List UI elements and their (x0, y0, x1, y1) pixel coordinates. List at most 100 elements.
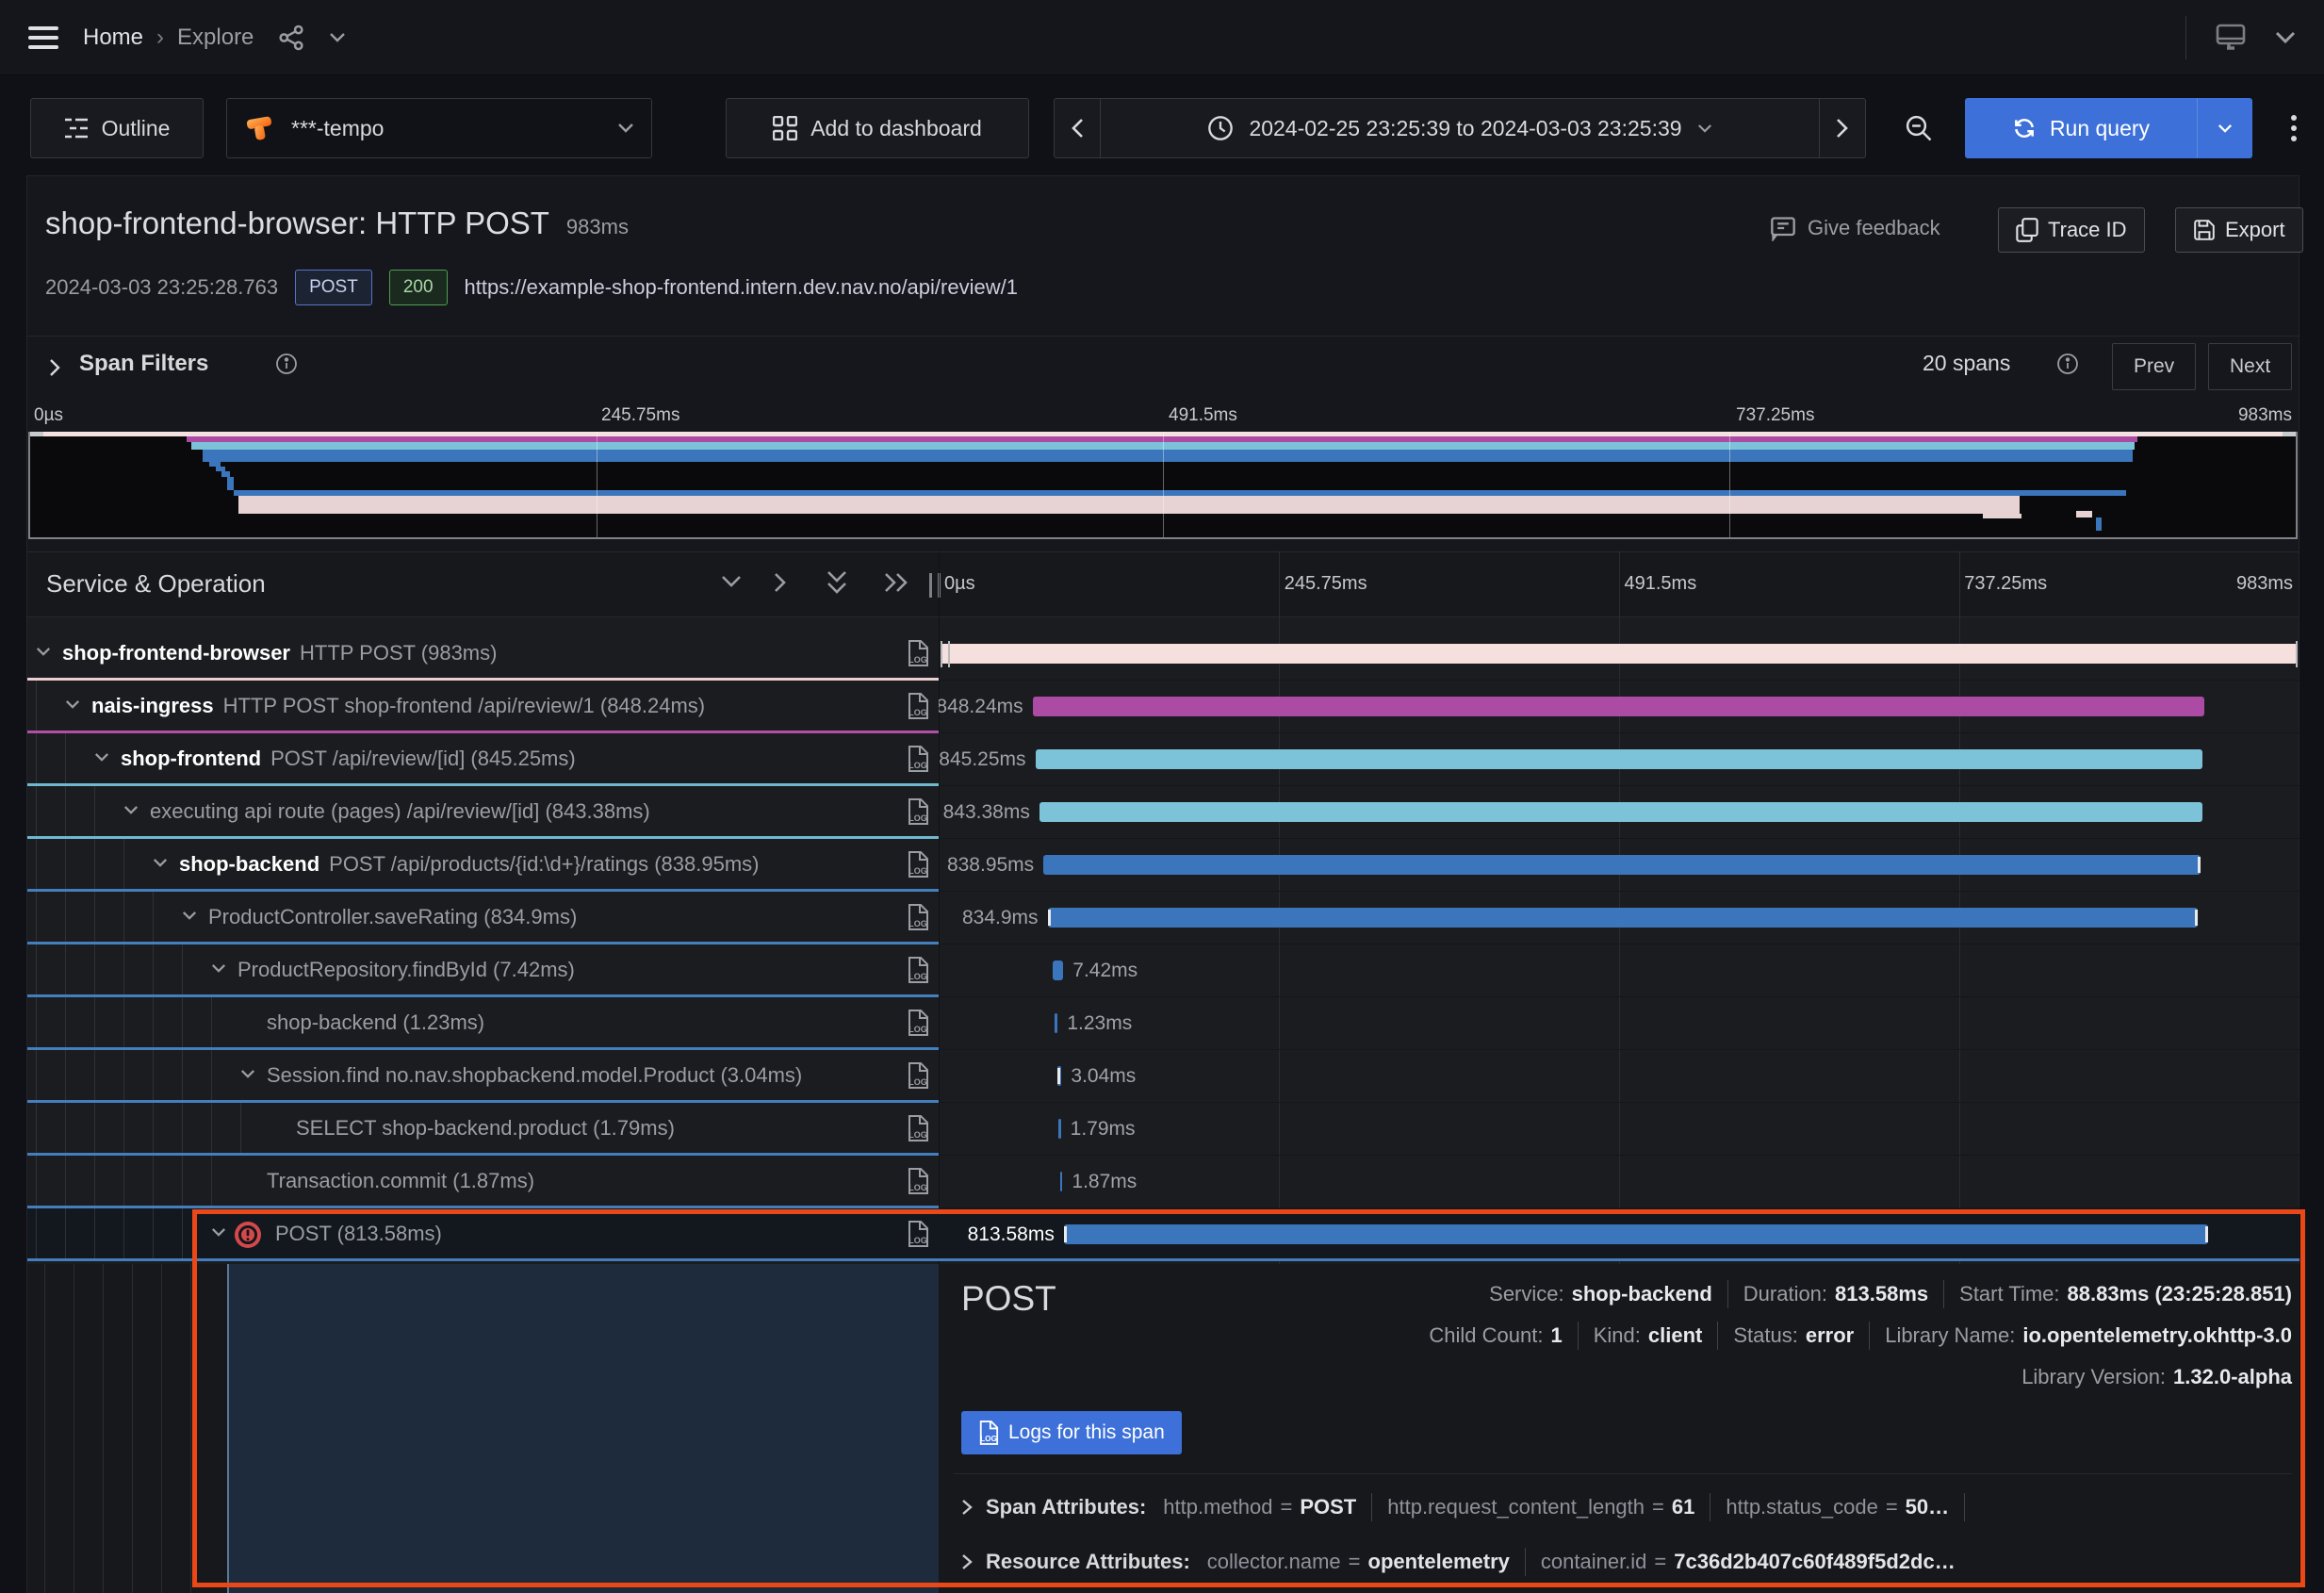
span-timeline-row[interactable]: 1.87ms (939, 1156, 2299, 1208)
span-timeline-row[interactable]: 834.9ms (939, 892, 2299, 944)
span-log-icon[interactable]: LOG (907, 904, 929, 930)
time-range-forward-button[interactable] (1819, 98, 1866, 158)
span-timeline-row[interactable]: 848.24ms (939, 681, 2299, 733)
span-log-icon[interactable]: LOG (907, 1115, 929, 1141)
span-log-icon[interactable]: LOG (907, 851, 929, 878)
span-row[interactable]: shop-frontend-browserHTTP POST (983ms) L… (27, 628, 939, 681)
time-range-picker[interactable]: 2024-02-25 23:25:39 to 2024-03-03 23:25:… (1100, 98, 1820, 158)
span-expand-chevron-icon[interactable] (182, 911, 197, 921)
span-expand-chevron-icon[interactable] (123, 805, 139, 815)
kiosk-mode-icon[interactable] (2215, 23, 2247, 53)
span-row[interactable]: shop-frontendPOST /api/review/[id] (845.… (27, 733, 939, 786)
span-count-info-icon[interactable] (2056, 353, 2079, 375)
hamburger-menu-icon[interactable] (28, 25, 58, 50)
span-row[interactable]: ProductController.saveRating (834.9ms) L… (27, 892, 939, 944)
share-icon[interactable] (278, 25, 304, 51)
trace-minimap[interactable] (28, 432, 2298, 539)
span-timeline-row[interactable]: 3.04ms (939, 1050, 2299, 1103)
export-button[interactable]: Export (2175, 207, 2303, 253)
span-log-icon[interactable]: LOG (907, 957, 929, 983)
span-duration-bar[interactable] (1064, 1224, 2208, 1244)
span-duration-bar[interactable] (941, 644, 2298, 664)
breadcrumb-home[interactable]: Home (83, 25, 143, 51)
span-row[interactable]: Transaction.commit (1.87ms) LOG (27, 1156, 939, 1208)
span-expand-chevron-icon[interactable] (153, 858, 168, 868)
logs-for-span-button[interactable]: LOG Logs for this span (961, 1411, 1182, 1454)
span-expand-chevron-icon[interactable] (65, 699, 80, 710)
span-duration-bar[interactable] (1060, 1172, 1063, 1191)
span-filters-chevron-icon[interactable] (49, 358, 61, 377)
collapse-all-icon[interactable] (826, 569, 847, 596)
span-duration-bar[interactable] (1043, 855, 2200, 875)
prev-span-button[interactable]: Prev (2112, 343, 2196, 390)
run-query-button[interactable]: Run query (1965, 98, 2197, 158)
span-duration-label: 3.04ms (1071, 1050, 1136, 1103)
span-expand-chevron-icon[interactable] (36, 647, 51, 657)
attributes-chevron-icon[interactable] (961, 1499, 973, 1516)
span-row[interactable]: shop-backendPOST /api/products/{id:\d+}/… (27, 839, 939, 892)
span-timeline-row[interactable] (939, 628, 2299, 681)
more-options-kebab-icon[interactable] (2271, 98, 2316, 158)
time-range-back-button[interactable] (1054, 98, 1101, 158)
span-expand-chevron-icon[interactable] (240, 1069, 255, 1079)
span-row[interactable]: shop-backend (1.23ms) LOG (27, 997, 939, 1050)
detail-meta-value: client (1648, 1323, 1702, 1348)
span-log-icon[interactable]: LOG (907, 1168, 929, 1194)
span-log-icon[interactable]: LOG (907, 693, 929, 719)
attributes-row[interactable]: Span Attributes:http.method=POSThttp.req… (961, 1485, 2296, 1530)
detail-meta-label: Duration: (1743, 1282, 1827, 1306)
breadcrumb-explore[interactable]: Explore (177, 25, 254, 51)
span-timeline-row[interactable]: 7.42ms (939, 944, 2299, 997)
span-duration-bar[interactable] (1033, 697, 2204, 716)
datasource-picker[interactable]: ***-tempo (226, 98, 652, 158)
breadcrumb-actions-chevron-icon[interactable] (329, 32, 346, 43)
span-log-icon[interactable]: LOG (907, 1062, 929, 1089)
span-log-icon[interactable]: LOG (907, 746, 929, 772)
span-row[interactable]: Session.find no.nav.shopbackend.model.Pr… (27, 1050, 939, 1103)
timeline-drag-handle[interactable] (941, 641, 950, 667)
span-filters-label[interactable]: Span Filters (79, 351, 208, 377)
add-to-dashboard-button[interactable]: Add to dashboard (726, 98, 1029, 158)
attributes-label: Span Attributes: (986, 1495, 1146, 1519)
span-expand-chevron-icon[interactable] (211, 1227, 226, 1238)
span-row[interactable]: ProductRepository.findById (7.42ms) LOG (27, 944, 939, 997)
collapse-one-icon[interactable] (721, 575, 742, 589)
span-timeline-row[interactable]: 843.38ms (939, 786, 2299, 839)
span-timeline-row[interactable]: 845.25ms (939, 733, 2299, 786)
span-timeline-row[interactable]: 1.79ms (939, 1103, 2299, 1156)
span-row[interactable]: POST (813.58ms) LOG (27, 1208, 939, 1261)
trace-id-button[interactable]: Trace ID (1998, 207, 2145, 253)
nav-chevron-down-icon[interactable] (2275, 31, 2296, 44)
span-expand-chevron-icon[interactable] (211, 963, 226, 974)
span-duration-bar[interactable] (1039, 802, 2203, 822)
span-duration-bar[interactable] (1055, 1013, 1057, 1033)
timeline-drag-handle[interactable] (2288, 641, 2298, 667)
span-expand-chevron-icon[interactable] (94, 752, 109, 763)
span-row[interactable]: executing api route (pages) /api/review/… (27, 786, 939, 839)
span-log-icon[interactable]: LOG (907, 798, 929, 825)
span-row[interactable]: nais-ingressHTTP POST shop-frontend /api… (27, 681, 939, 733)
next-span-button[interactable]: Next (2208, 343, 2292, 390)
zoom-out-time-button[interactable] (1890, 98, 1947, 158)
span-log-icon[interactable]: LOG (907, 1010, 929, 1036)
span-timeline-row[interactable]: 838.95ms (939, 839, 2299, 892)
span-duration-bar[interactable] (1057, 1066, 1062, 1086)
run-query-dropdown[interactable] (2197, 98, 2252, 158)
span-row[interactable]: SELECT shop-backend.product (1.79ms) LOG (27, 1103, 939, 1156)
span-timeline-row[interactable]: 1.23ms (939, 997, 2299, 1050)
give-feedback-link[interactable]: Give feedback (1770, 215, 1940, 241)
span-duration-bar[interactable] (1048, 908, 2198, 928)
span-duration-bar[interactable] (1053, 961, 1063, 980)
span-duration-bar[interactable] (1036, 749, 2203, 769)
span-log-icon[interactable]: LOG (907, 1221, 929, 1247)
span-timeline-row[interactable]: 813.58ms (939, 1208, 2299, 1261)
span-filters-info-icon[interactable] (275, 353, 298, 375)
svg-text:LOG: LOG (980, 1435, 997, 1443)
outline-button[interactable]: Outline (30, 98, 204, 158)
span-duration-bar[interactable] (1058, 1119, 1061, 1139)
attributes-row[interactable]: Resource Attributes:collector.name=opent… (961, 1539, 2296, 1585)
expand-all-icon[interactable] (883, 572, 909, 593)
expand-one-icon[interactable] (774, 572, 788, 593)
attributes-chevron-icon[interactable] (961, 1553, 973, 1570)
span-log-icon[interactable]: LOG (907, 640, 929, 666)
